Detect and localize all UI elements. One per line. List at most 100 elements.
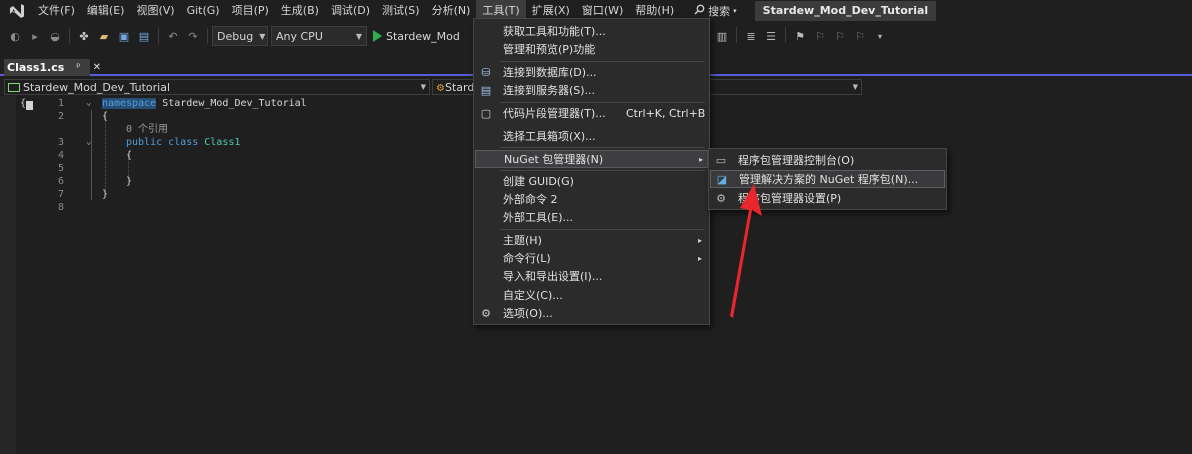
code-text: } <box>102 189 109 200</box>
bookmark-icon[interactable]: ⚑ <box>791 27 809 45</box>
menu-item-customize[interactable]: 自定义(C)... <box>475 286 708 304</box>
menu-item-connect-server[interactable]: ▤ 连接到服务器(S)... <box>475 81 708 99</box>
save-all-icon[interactable]: ▤ <box>135 27 153 45</box>
class-keywords: public class <box>126 137 199 148</box>
project-navigation-select[interactable]: Stardew_Mod_Dev_Tutorial ▼ <box>4 79 430 95</box>
menu-item-label: 管理和预览(P)功能 <box>503 43 596 56</box>
code-text: { <box>126 150 133 161</box>
toolbar-right-group: ▥ ≣ ☰ ⚑ ⚐ ⚐ ⚐ ▾ <box>712 27 890 45</box>
menu-item-get-tools[interactable]: 获取工具和功能(T)... <box>475 22 708 40</box>
code-text: public class Class1 <box>126 136 240 149</box>
menu-git[interactable]: Git(G) <box>181 0 226 22</box>
line-number: 1 <box>57 98 64 109</box>
menu-project[interactable]: 项目(P) <box>226 0 275 22</box>
type-name: Stard <box>444 80 475 94</box>
menu-analyze[interactable]: 分析(N) <box>426 0 477 22</box>
menu-item-label: 自定义(C)... <box>503 289 563 302</box>
clear-bookmarks-icon[interactable]: ⚐ <box>851 27 869 45</box>
line-number: 7 <box>57 189 64 200</box>
line-number: 5 <box>57 163 64 174</box>
menu-item-label: 获取工具和功能(T)... <box>503 25 606 38</box>
submenu-item-package-manager-settings[interactable]: ⚙ 程序包管理器设置(P) <box>710 189 945 207</box>
menu-item-external-tools[interactable]: 外部工具(E)... <box>475 208 708 226</box>
layout-icon[interactable]: ▥ <box>713 27 731 45</box>
menu-item-nuget-package-manager[interactable]: NuGet 包管理器(N) ▸ <box>475 150 708 168</box>
forward-icon[interactable]: ▸ <box>26 27 44 45</box>
close-icon[interactable]: ✕ <box>93 62 101 73</box>
line-number: 8 <box>57 202 64 213</box>
menu-item-code-snippets-manager[interactable]: ▢ 代码片段管理器(T)... Ctrl+K, Ctrl+B <box>475 104 708 122</box>
menu-item-create-guid[interactable]: 创建 GUID(G) <box>475 172 708 190</box>
tab-title: Class1.cs <box>7 61 65 74</box>
start-debugging-button[interactable]: Stardew_Mod <box>373 30 460 43</box>
menu-view[interactable]: 视图(V) <box>130 0 180 22</box>
submenu-arrow-icon: ▸ <box>699 154 704 164</box>
chevron-down-icon: ▼ <box>259 31 266 41</box>
line-number: 4 <box>57 150 64 161</box>
menu-debug[interactable]: 调试(D) <box>325 0 376 22</box>
menu-build[interactable]: 生成(B) <box>275 0 325 22</box>
tab-class1-cs[interactable]: Class1.cs ᵖ ✕ <box>4 59 101 76</box>
project-navigation-value: Stardew_Mod_Dev_Tutorial <box>8 81 170 94</box>
type-navigation-value: ⚙Stard <box>436 81 474 94</box>
visual-studio-logo-icon[interactable] <box>6 0 28 22</box>
new-project-icon[interactable]: ✤ <box>75 27 93 45</box>
redo-icon[interactable]: ↷ <box>184 27 202 45</box>
menu-item-label: 外部命令 2 <box>503 193 558 206</box>
solution-configuration-select[interactable]: Debug ▼ <box>212 26 268 46</box>
navigate-forward-icon[interactable]: ◒ <box>46 27 64 45</box>
previous-bookmark-icon[interactable]: ⚐ <box>811 27 829 45</box>
menu-item-command-line[interactable]: 命令行(L) ▸ <box>475 249 708 267</box>
menu-item-options[interactable]: ⚙ 选项(O)... <box>475 304 708 322</box>
uncomment-lines-icon[interactable]: ☰ <box>762 27 780 45</box>
menu-separator <box>500 61 705 62</box>
class-name: Class1 <box>198 137 241 148</box>
solution-name-badge[interactable]: Stardew_Mod_Dev_Tutorial <box>754 1 937 21</box>
menu-separator <box>500 147 705 148</box>
toolbar-overflow-icon[interactable]: ▾ <box>871 27 889 45</box>
project-name: Stardew_Mod_Dev_Tutorial <box>23 80 171 94</box>
menu-item-import-export-settings[interactable]: 导入和导出设置(I)... <box>475 267 708 285</box>
menu-item-theme[interactable]: 主题(H) ▸ <box>475 231 708 249</box>
platform-value: Any CPU <box>276 29 323 43</box>
codelens-references[interactable]: 0 个引用 <box>126 123 168 136</box>
pin-icon[interactable]: ᵖ <box>76 62 80 73</box>
toolbar-separator <box>69 28 70 44</box>
open-folder-icon[interactable]: ▰ <box>95 27 113 45</box>
collapse-chevron-icon[interactable]: ⌄ <box>86 136 91 149</box>
menu-edit[interactable]: 编辑(E) <box>81 0 131 22</box>
back-icon[interactable]: ◐ <box>6 27 24 45</box>
menu-item-label: 连接到数据库(D)... <box>503 66 597 79</box>
menu-test[interactable]: 测试(S) <box>376 0 426 22</box>
save-icon[interactable]: ▣ <box>115 27 133 45</box>
solution-platform-select[interactable]: Any CPU ▼ <box>271 26 367 46</box>
undo-icon[interactable]: ↶ <box>164 27 182 45</box>
chevron-down-icon: ▼ <box>355 31 362 41</box>
menu-item-external-command-2[interactable]: 外部命令 2 <box>475 190 708 208</box>
code-text: { <box>102 111 109 122</box>
collapse-chevron-icon[interactable]: ⌄ <box>86 97 91 110</box>
submenu-item-manage-nuget-packages[interactable]: ◪ 管理解决方案的 NuGet 程序包(N)... <box>710 170 945 188</box>
toolbar-separator <box>736 27 737 43</box>
comment-lines-icon[interactable]: ≣ <box>742 27 760 45</box>
gear-icon: ⚙ <box>716 191 726 205</box>
nuget-icon: ◪ <box>716 172 728 186</box>
toolbar-separator <box>785 27 786 43</box>
submenu-item-package-manager-console[interactable]: ▭ 程序包管理器控制台(O) <box>710 151 945 169</box>
menu-item-choose-toolbox-items[interactable]: 选择工具箱项(X)... <box>475 127 708 145</box>
menu-item-label: 命令行(L) <box>503 252 551 265</box>
chevron-down-icon: ▾ <box>733 7 737 15</box>
menu-item-label: 程序包管理器控制台(O) <box>738 154 855 167</box>
menu-item-connect-database[interactable]: ⛁ 连接到数据库(D)... <box>475 63 708 81</box>
menu-file[interactable]: 文件(F) <box>32 0 81 22</box>
toolbar-separator <box>207 28 208 44</box>
menu-item-label: 程序包管理器设置(P) <box>738 192 842 205</box>
server-connect-icon: ▤ <box>480 83 492 97</box>
play-icon <box>373 30 382 42</box>
menu-item-label: 选择工具箱项(X)... <box>503 130 596 143</box>
menu-separator <box>500 229 705 230</box>
search-label: 搜索 <box>708 5 731 18</box>
menu-item-manage-preview-features[interactable]: 管理和预览(P)功能 <box>475 40 708 58</box>
next-bookmark-icon[interactable]: ⚐ <box>831 27 849 45</box>
search-icon <box>694 4 705 18</box>
